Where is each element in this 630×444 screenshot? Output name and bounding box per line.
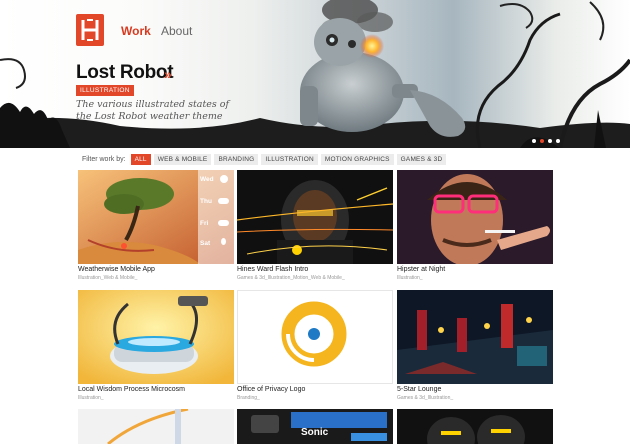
card-title[interactable]: 5-Star Lounge bbox=[397, 386, 553, 395]
local-wisdom-thumbnail[interactable] bbox=[78, 290, 234, 384]
slider-dot[interactable] bbox=[532, 139, 536, 143]
hero-category-badge: ILLUSTRATION bbox=[76, 85, 134, 96]
hero-banner[interactable]: Work About Lost Robot » ILLUSTRATION The… bbox=[0, 0, 630, 148]
filter-chip-all[interactable]: ALL bbox=[130, 153, 151, 165]
card-tags: Illustration_Web & Mobile_ bbox=[78, 275, 138, 281]
card-title[interactable]: Hipster at Night bbox=[397, 266, 553, 275]
card-tags: Branding_ bbox=[237, 395, 260, 401]
weather-day-fri: Fri bbox=[200, 220, 209, 227]
raindrop-icon bbox=[221, 238, 226, 245]
sun-icon bbox=[220, 175, 228, 183]
hines-ward-thumbnail[interactable] bbox=[237, 170, 393, 264]
card-tags: Games & 3d_Illustration_Motion_Web & Mob… bbox=[237, 275, 345, 281]
portfolio-card[interactable]: Hipster at Night Illustration_ bbox=[397, 170, 553, 281]
hero-title[interactable]: Lost Robot bbox=[76, 62, 174, 84]
slider-dot[interactable] bbox=[556, 139, 560, 143]
weather-day-thu: Thu bbox=[200, 198, 212, 205]
filter-chip-illustration[interactable]: ILLUSTRATION bbox=[261, 153, 318, 165]
portfolio-card[interactable]: 5-Star Lounge Games & 3d_Illustration_ bbox=[397, 290, 553, 401]
card-tags: Games & 3d_Illustration_ bbox=[397, 395, 454, 401]
portfolio-card[interactable]: Wed Thu Fri Sat Weatherwise Mobile App I… bbox=[78, 170, 234, 281]
portfolio-thumbnail[interactable] bbox=[78, 409, 234, 444]
privacy-logo-thumbnail[interactable] bbox=[237, 290, 393, 384]
hero-description: The various illustrated states of the Lo… bbox=[76, 99, 230, 122]
filter-chip-games-3d[interactable]: GAMES & 3D bbox=[396, 153, 447, 165]
portfolio-card[interactable]: Sonic bbox=[237, 409, 393, 444]
cloud-icon bbox=[218, 220, 229, 226]
slider-dot[interactable] bbox=[548, 139, 552, 143]
five-star-lounge-thumbnail[interactable] bbox=[397, 290, 553, 384]
portfolio-card[interactable]: Hines Ward Flash Intro Games & 3d_Illust… bbox=[237, 170, 393, 281]
card-title[interactable]: Weatherwise Mobile App bbox=[78, 266, 234, 275]
cloud-icon bbox=[218, 198, 229, 204]
sonic-wordmark: Sonic bbox=[301, 427, 329, 438]
nav-work-link[interactable]: Work bbox=[121, 24, 151, 38]
weatherwise-thumbnail[interactable]: Wed Thu Fri Sat bbox=[78, 170, 234, 264]
portfolio-thumbnail[interactable] bbox=[397, 409, 553, 444]
portfolio-card[interactable] bbox=[78, 409, 234, 444]
hipster-thumbnail[interactable] bbox=[397, 170, 553, 264]
filter-chip-web-mobile[interactable]: WEB & MOBILE bbox=[153, 153, 212, 165]
slider-dot-active[interactable] bbox=[540, 139, 544, 143]
filter-chip-branding[interactable]: BRANDING bbox=[214, 153, 259, 165]
portfolio-card[interactable] bbox=[397, 409, 553, 444]
filter-chip-motion-graphics[interactable]: MOTION GRAPHICS bbox=[320, 153, 394, 165]
brand-logo[interactable] bbox=[76, 14, 104, 46]
card-tags: Illustration_ bbox=[397, 275, 423, 281]
filter-label: Filter work by: bbox=[82, 155, 126, 163]
card-title[interactable]: Local Wisdom Process Microcosm bbox=[78, 386, 234, 395]
portfolio-card[interactable]: Local Wisdom Process Microcosm Illustrat… bbox=[78, 290, 234, 401]
weather-day-sat: Sat bbox=[200, 240, 211, 247]
nav-about-link[interactable]: About bbox=[161, 24, 192, 38]
double-chevron-right-icon[interactable]: » bbox=[164, 66, 172, 82]
card-title[interactable]: Hines Ward Flash Intro bbox=[237, 266, 393, 275]
slider-dots bbox=[532, 139, 560, 143]
card-title[interactable]: Office of Privacy Logo bbox=[237, 386, 393, 395]
weather-day-wed: Wed bbox=[200, 176, 214, 183]
filter-bar: Filter work by: ALL WEB & MOBILE BRANDIN… bbox=[82, 153, 449, 165]
h-logo-icon bbox=[81, 19, 99, 41]
portfolio-card[interactable]: Office of Privacy Logo Branding_ bbox=[237, 290, 393, 401]
portfolio-thumbnail[interactable]: Sonic bbox=[237, 409, 393, 444]
card-tags: Illustration_ bbox=[78, 395, 104, 401]
